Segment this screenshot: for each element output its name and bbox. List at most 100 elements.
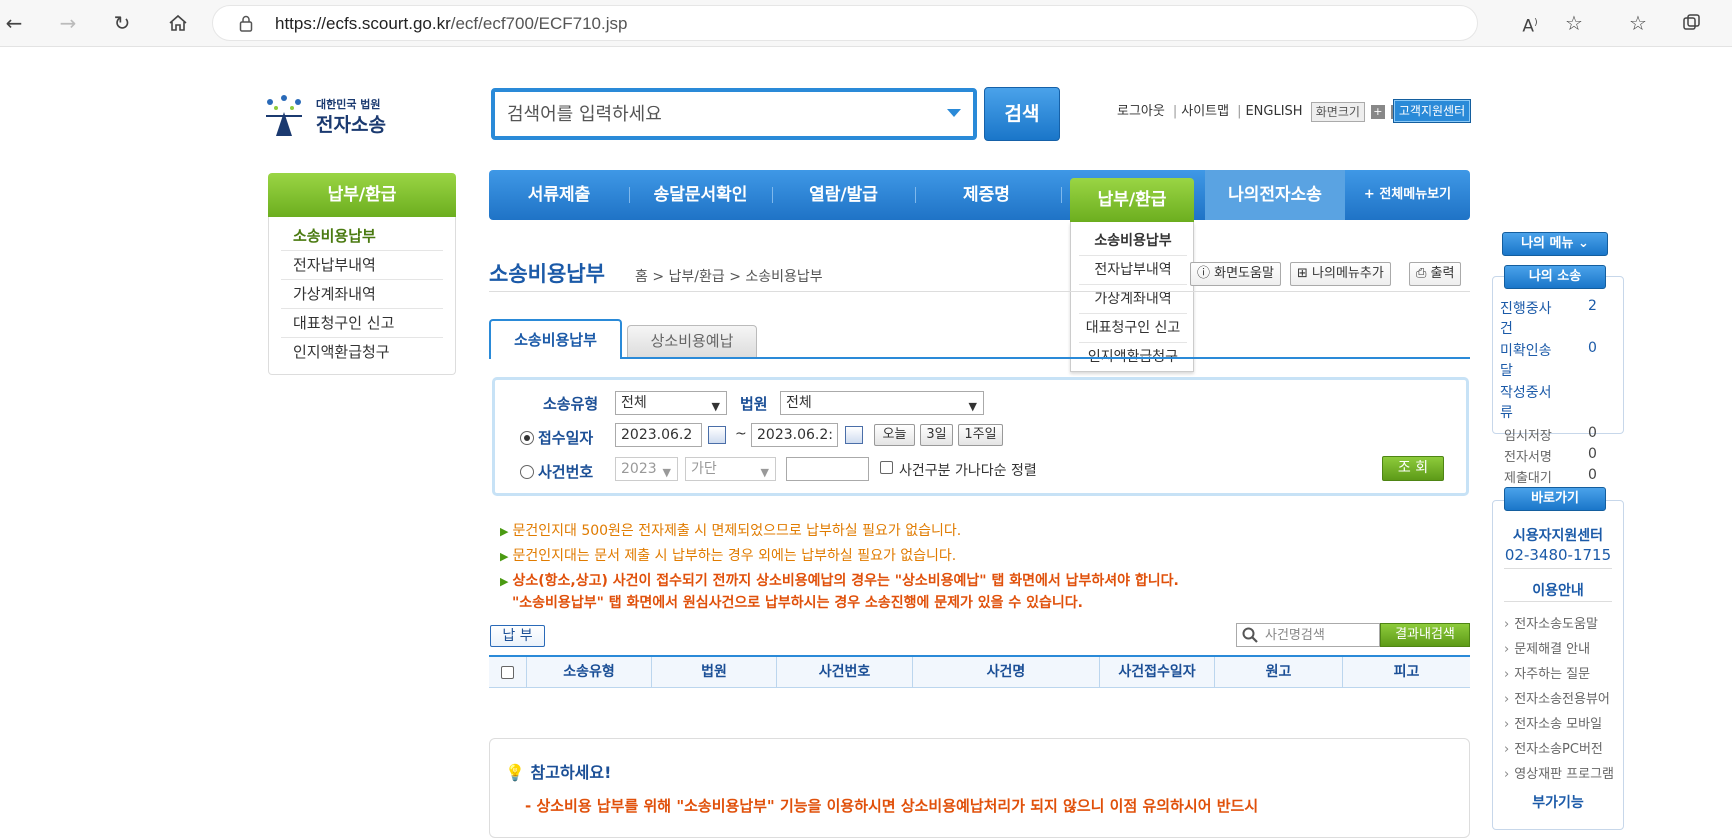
help-icon: ⓘ	[1197, 266, 1215, 281]
in-progress-link-cont[interactable]: 건	[1500, 318, 1513, 338]
sort-checkbox[interactable]	[880, 461, 893, 474]
submenu-litigation-payment[interactable]: 소송비용납부	[1079, 227, 1187, 256]
three-days-button[interactable]: 3일	[920, 424, 953, 446]
pay-button[interactable]: 납 부	[490, 625, 545, 647]
reference-box	[489, 738, 1470, 838]
query-button[interactable]: 조 회	[1382, 456, 1444, 481]
font-plus-button[interactable]: +	[1370, 104, 1385, 119]
search-button[interactable]: 검색	[984, 87, 1060, 141]
case-name-input[interactable]	[1265, 626, 1375, 644]
tab-appeal-deposit[interactable]: 상소비용예납	[627, 325, 757, 357]
nav-delivery-check[interactable]: 송달문서확인	[629, 170, 772, 220]
unconfirmed-delivery-count[interactable]: 0	[1588, 340, 1597, 356]
one-week-button[interactable]: 1주일	[958, 424, 1003, 446]
side-item-stamp-refund[interactable]: 인지액환급청구	[281, 338, 443, 367]
nav-document-submit[interactable]: 서류제출	[489, 170, 629, 220]
add-my-menu-label: 나의메뉴추가	[1312, 266, 1384, 281]
temp-save-count[interactable]: 0	[1588, 425, 1597, 441]
today-button[interactable]: 오늘	[874, 424, 915, 446]
court-select[interactable]: 전체 ▼	[780, 391, 984, 415]
submenu-e-payment-history[interactable]: 전자납부내역	[1079, 256, 1187, 285]
english-link[interactable]: ENGLISH	[1245, 104, 1302, 119]
home-icon[interactable]	[164, 9, 192, 37]
search-input[interactable]	[507, 101, 927, 127]
suit-type-select[interactable]: 전체 ▼	[615, 391, 727, 415]
side-item-litigation-payment[interactable]: 소송비용납부	[281, 222, 443, 251]
lock-icon[interactable]	[239, 15, 253, 36]
favorites-icon[interactable]: ☆	[1624, 9, 1652, 37]
case-name-search	[1236, 623, 1380, 647]
url-text[interactable]: https://ecfs.scourt.go.kr/ecf/ecf700/ECF…	[275, 14, 627, 34]
panel-divider	[1504, 601, 1612, 602]
favorite-add-icon[interactable]: ☆	[1560, 9, 1588, 37]
in-progress-link[interactable]: 진행중사	[1500, 298, 1552, 318]
case-number-radio[interactable]	[520, 465, 534, 479]
quick-link[interactable]: 전자소송전용뷰어	[1504, 688, 1610, 707]
temp-save-label[interactable]: 임시저장	[1504, 425, 1552, 444]
case-year-select[interactable]: 2023 ▼	[615, 457, 678, 481]
submenu-virtual-account[interactable]: 가상계좌내역	[1079, 285, 1187, 314]
logout-link[interactable]: 로그아웃	[1117, 104, 1165, 119]
chevron-down-icon: ⌄	[1578, 236, 1589, 251]
user-support-center[interactable]: 시용자지원센터	[1492, 525, 1624, 545]
tab-underline	[489, 357, 1470, 359]
back-icon[interactable]: ←	[0, 9, 28, 37]
quick-link[interactable]: 문제해결 안내	[1504, 638, 1590, 657]
read-aloud-icon[interactable]: A)	[1516, 9, 1544, 37]
quick-link[interactable]: 영상재판 프로그램	[1504, 763, 1614, 782]
case-number-input[interactable]	[786, 457, 869, 481]
unconfirmed-delivery-link-cont[interactable]: 달	[1500, 360, 1513, 380]
unconfirmed-delivery-link[interactable]: 미확인송	[1500, 340, 1552, 360]
result-search-button[interactable]: 결과내검색	[1380, 623, 1470, 647]
side-item-virtual-account[interactable]: 가상계좌내역	[281, 280, 443, 309]
e-sign-label[interactable]: 전자서명	[1504, 446, 1552, 465]
chevron-down-icon: ▼	[662, 466, 671, 479]
notice-text: 상소(항소,상고) 사건이 접수되기 전까지 상소비용예납의 경우는 "상소비용…	[512, 573, 1179, 589]
calendar-icon[interactable]	[708, 426, 726, 444]
drafting-link[interactable]: 작성중서	[1500, 382, 1552, 402]
print-button[interactable]: ⎙ 출력	[1409, 262, 1462, 286]
add-my-menu-button[interactable]: ⊞ 나의메뉴추가	[1290, 262, 1391, 286]
quick-link[interactable]: 전자소송도움말	[1504, 613, 1598, 632]
sitemap-link[interactable]: 사이트맵	[1181, 104, 1229, 119]
calendar-icon[interactable]	[845, 426, 863, 444]
quick-link[interactable]: 전자소송 모바일	[1504, 713, 1602, 732]
arrow-icon: ▶	[500, 525, 509, 538]
collections-icon[interactable]	[1678, 9, 1706, 37]
nav-divider	[1061, 187, 1062, 203]
chevron-down-icon: ▼	[968, 400, 977, 413]
submit-wait-count[interactable]: 0	[1588, 467, 1597, 483]
nav-my-ecase[interactable]: 나의전자소송	[1205, 170, 1345, 220]
submit-wait-label[interactable]: 제출대기	[1504, 467, 1552, 486]
my-menu-button[interactable]: 나의 메뉴 ⌄	[1502, 232, 1608, 256]
nav-view-issue[interactable]: 열람/발급	[772, 170, 915, 220]
date-radio[interactable]	[520, 431, 534, 445]
e-sign-count[interactable]: 0	[1588, 446, 1597, 462]
date-to-input[interactable]: 2023.06.2:	[751, 423, 838, 447]
court-logo[interactable]: 대한민국 법원 전자소송	[262, 92, 392, 140]
screen-help-button[interactable]: ⓘ 화면도움말	[1190, 262, 1281, 286]
side-item-e-payment-history[interactable]: 전자납부내역	[281, 251, 443, 280]
date-from-input[interactable]: 2023.06.2	[615, 423, 702, 447]
drafting-link-cont[interactable]: 류	[1500, 402, 1513, 422]
quick-link[interactable]: 자주하는 질문	[1504, 663, 1590, 682]
print-label: 출력	[1430, 266, 1455, 281]
refresh-icon[interactable]: ↻	[108, 9, 136, 37]
tab-litigation-payment[interactable]: 소송비용납부	[489, 319, 622, 359]
court-value: 전체	[786, 395, 812, 411]
in-progress-count[interactable]: 2	[1588, 298, 1597, 314]
side-item-representative[interactable]: 대표청구인 신고	[281, 309, 443, 338]
reference-title: 💡 참고하세요!	[505, 759, 611, 783]
address-bar[interactable]: https://ecfs.scourt.go.kr/ecf/ecf700/ECF…	[212, 5, 1478, 41]
nav-all-menu[interactable]: + 전체메뉴보기	[1345, 170, 1470, 220]
nav-payment-refund[interactable]: 납부/환급	[1070, 178, 1194, 222]
forward-icon[interactable]: →	[54, 9, 82, 37]
case-type-select[interactable]: 가단 ▼	[685, 457, 776, 481]
search-dropdown-icon[interactable]	[947, 109, 961, 117]
quick-link[interactable]: 전자소송PC버전	[1504, 738, 1603, 757]
select-all-checkbox[interactable]	[501, 666, 514, 679]
submenu-representative[interactable]: 대표청구인 신고	[1079, 314, 1187, 343]
support-center-button[interactable]: 고객지원센터	[1393, 99, 1471, 123]
nav-certificate[interactable]: 제증명	[915, 170, 1058, 220]
court-label: 법원	[740, 395, 768, 413]
